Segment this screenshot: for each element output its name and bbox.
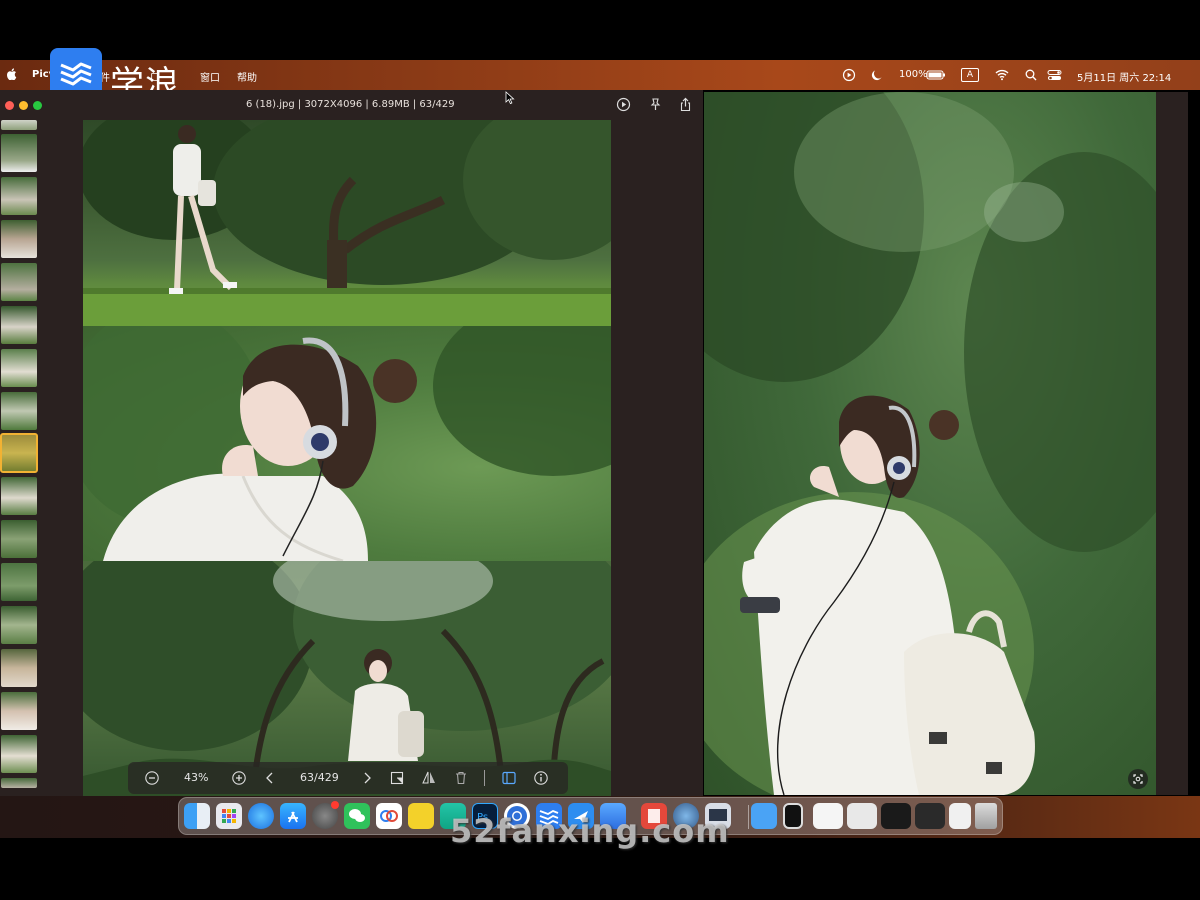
thumbnail[interactable] bbox=[1, 120, 37, 130]
thumbnail[interactable] bbox=[1, 606, 37, 644]
launchpad-icon[interactable] bbox=[216, 803, 242, 829]
thumbnail-selected[interactable] bbox=[0, 433, 38, 473]
battery-icon[interactable] bbox=[926, 68, 946, 82]
mango-icon[interactable] bbox=[408, 803, 434, 829]
zoom-level: 43% bbox=[184, 771, 209, 784]
thumbnail[interactable] bbox=[1, 692, 37, 730]
watermark-text: 52fanxing.com bbox=[450, 812, 730, 850]
keyboard-window-icon[interactable] bbox=[949, 803, 971, 829]
thumbnail[interactable] bbox=[1, 306, 37, 344]
wechat-icon[interactable] bbox=[344, 803, 370, 829]
notification-badge bbox=[331, 801, 339, 809]
fullscreen-button[interactable] bbox=[1128, 769, 1148, 789]
control-center-icon[interactable] bbox=[1046, 68, 1064, 82]
trash-bin-icon[interactable] bbox=[975, 803, 997, 829]
device-window-icon[interactable] bbox=[783, 803, 803, 829]
window-title: 6 (18).jpg | 3072X4096 | 6.89MB | 63/429 bbox=[246, 99, 455, 110]
thumbnail[interactable] bbox=[1, 563, 37, 601]
close-button[interactable] bbox=[5, 101, 14, 110]
minimize-button[interactable] bbox=[19, 101, 28, 110]
clock[interactable]: 5月11日 周六 22:14 bbox=[1077, 69, 1171, 84]
dock-separator bbox=[748, 805, 749, 829]
zoom-button[interactable] bbox=[33, 101, 42, 110]
menu-bar: Picvie 件 口 窗口 帮助 100% A 5月11日 周六 22:14 bbox=[0, 60, 1200, 90]
baidu-netdisk-icon[interactable] bbox=[376, 803, 402, 829]
flip-icon[interactable] bbox=[421, 770, 437, 786]
finder-icon[interactable] bbox=[184, 803, 210, 829]
photo-preview-large[interactable] bbox=[704, 92, 1156, 795]
menu-help[interactable]: 帮助 bbox=[237, 69, 257, 84]
mouse-cursor-icon bbox=[505, 91, 515, 105]
next-icon[interactable] bbox=[359, 770, 375, 786]
folder-icon[interactable] bbox=[751, 803, 777, 829]
menu-window[interactable]: 窗口 bbox=[200, 69, 220, 84]
thumbnail[interactable] bbox=[1, 392, 37, 430]
window-thumbnail-3-icon[interactable] bbox=[881, 803, 911, 829]
info-icon[interactable] bbox=[533, 770, 549, 786]
slideshow-play-icon[interactable] bbox=[616, 97, 631, 112]
viewer-right-margin bbox=[1156, 92, 1188, 795]
trash-icon[interactable] bbox=[453, 770, 469, 786]
thumbnail[interactable] bbox=[1, 520, 37, 558]
photo-walking[interactable] bbox=[83, 120, 611, 326]
photo-preview-image bbox=[704, 92, 1156, 795]
app-store-icon[interactable] bbox=[280, 803, 306, 829]
apple-icon[interactable] bbox=[7, 68, 17, 80]
thumbnail[interactable] bbox=[1, 134, 37, 172]
thumbnail[interactable] bbox=[1, 177, 37, 215]
thumbnail[interactable] bbox=[1, 349, 37, 387]
thumbnail[interactable] bbox=[1, 778, 37, 788]
window-thumbnail-2-icon[interactable] bbox=[847, 803, 877, 829]
input-source-indicator[interactable]: A bbox=[961, 68, 979, 82]
thumbnail[interactable] bbox=[1, 220, 37, 258]
fullscreen-icon bbox=[1133, 774, 1143, 784]
wifi-icon[interactable] bbox=[995, 68, 1009, 82]
window-thumbnail-4-icon[interactable] bbox=[915, 803, 945, 829]
thumbnail[interactable] bbox=[1, 649, 37, 687]
photo-forest-image bbox=[83, 561, 611, 796]
window-thumbnail-1-icon[interactable] bbox=[813, 803, 843, 829]
sidebar-toggle-icon[interactable] bbox=[501, 770, 517, 786]
thumbnail[interactable] bbox=[1, 477, 37, 515]
photo-headphones-closeup[interactable] bbox=[83, 326, 611, 561]
thumbnail[interactable] bbox=[1, 735, 37, 773]
battery-percent: 100% bbox=[899, 69, 928, 80]
safari-icon[interactable] bbox=[248, 803, 274, 829]
thumbnail[interactable] bbox=[1, 263, 37, 301]
crop-icon[interactable] bbox=[389, 770, 405, 786]
viewer-divider bbox=[611, 120, 703, 796]
page-counter: 63/429 bbox=[300, 771, 339, 784]
photo-closeup-image bbox=[83, 326, 611, 561]
wave-logo-icon bbox=[60, 62, 92, 86]
zoom-in-icon[interactable] bbox=[231, 770, 247, 786]
toolbar-divider bbox=[484, 770, 485, 786]
search-icon[interactable] bbox=[1024, 68, 1038, 82]
play-circle-icon[interactable] bbox=[842, 68, 856, 82]
photo-forest[interactable] bbox=[83, 561, 611, 796]
zoom-out-icon[interactable] bbox=[144, 770, 160, 786]
thumbnail-strip[interactable] bbox=[0, 120, 40, 796]
moon-icon[interactable] bbox=[870, 68, 884, 82]
previous-icon[interactable] bbox=[262, 770, 278, 786]
viewer-toolbar: 43% 63/429 bbox=[128, 762, 568, 794]
pin-icon[interactable] bbox=[648, 97, 663, 112]
share-icon[interactable] bbox=[678, 97, 693, 112]
photo-walking-image bbox=[83, 120, 611, 326]
